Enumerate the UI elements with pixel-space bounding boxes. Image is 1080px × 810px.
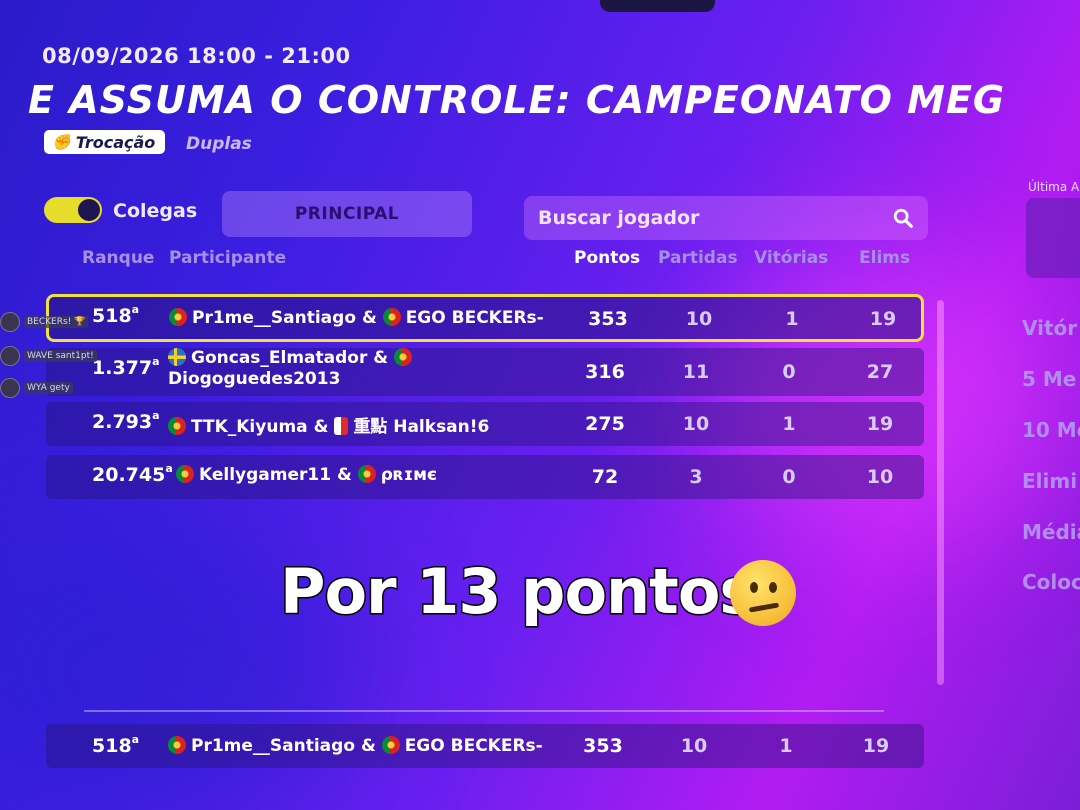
table-row[interactable]: 20.745a Kellygamer11 & ρʀɪмє 72 3 0 10	[46, 455, 924, 499]
points-value: 353	[588, 308, 628, 330]
side-stat-top5: 5 Me	[1022, 367, 1077, 391]
table-row[interactable]: 2.793a TTK_Kiyuma & 重點 Halksan!6 275 10 …	[46, 402, 924, 446]
participant-2-name: Diogoguedes2013	[168, 369, 341, 389]
wins-value: 0	[782, 361, 796, 383]
points-value: 275	[585, 413, 625, 435]
toggle-knob	[78, 199, 100, 221]
mode-subtitle: Duplas	[186, 134, 252, 154]
matches-value: 11	[682, 361, 710, 383]
elims-value: 19	[869, 308, 897, 330]
participants: Pr1me__Santiago & EGO BECKERs-	[169, 308, 544, 328]
participants: TTK_Kiyuma & 重點 Halksan!6	[168, 412, 489, 437]
matches-value: 10	[680, 735, 708, 757]
rank-value: 518a	[92, 733, 140, 757]
table-row[interactable]: 518a Pr1me__Santiago & EGO BECKERs- 353 …	[46, 294, 924, 342]
avatar	[0, 346, 20, 366]
sweden-flag-icon	[168, 348, 186, 366]
fist-icon: ✊	[52, 133, 71, 151]
self-row[interactable]: 518a Pr1me__Santiago & EGO BECKERs- 353 …	[46, 724, 924, 768]
participants: Goncas_Elmatador &	[168, 348, 417, 368]
column-wins[interactable]: Vitórias	[754, 248, 828, 268]
column-matches[interactable]: Partidas	[658, 248, 738, 268]
column-participant: Participante	[169, 248, 287, 268]
side-stat-elims: Elimi	[1022, 469, 1078, 493]
mode-badge-label: Trocação	[75, 132, 156, 152]
party-member: WYA gety	[0, 377, 100, 399]
leaderboard-scrollbar[interactable]	[937, 300, 944, 685]
emoji-eye	[769, 582, 777, 593]
portugal-flag-icon	[168, 417, 186, 435]
portugal-flag-icon	[357, 465, 376, 483]
matches-value: 3	[689, 466, 703, 488]
mode-badge: ✊ Trocação	[44, 130, 166, 154]
emoji-mouth	[748, 602, 780, 613]
wins-value: 0	[782, 466, 796, 488]
points-value: 316	[585, 361, 625, 383]
portugal-flag-icon	[394, 348, 413, 366]
party-member: WAVE sant1pt!	[0, 345, 100, 367]
wins-value: 1	[779, 735, 793, 757]
search-icon[interactable]	[892, 207, 914, 229]
column-rank: Ranque	[82, 248, 155, 268]
portugal-flag-icon	[169, 308, 187, 326]
side-panel-label: Última A	[1028, 180, 1080, 194]
video-caption: Por 13 pontos	[278, 554, 757, 630]
wins-value: 1	[782, 413, 796, 435]
france-flag-icon	[334, 417, 349, 435]
points-value: 72	[591, 466, 619, 488]
colegas-toggle[interactable]	[44, 197, 102, 223]
event-datetime: 08/09/2026 18:00 - 21:00	[42, 44, 351, 68]
rank-value: 1.377a	[92, 355, 160, 379]
wins-value: 1	[785, 308, 799, 330]
avatar	[0, 312, 20, 332]
matches-value: 10	[682, 413, 710, 435]
emoji-eye	[750, 582, 758, 593]
colegas-toggle-label: Colegas	[113, 200, 198, 222]
column-points[interactable]: Pontos	[574, 248, 640, 268]
event-title: E ASSUMA O CONTROLE: CAMPEONATO MEG	[28, 78, 1006, 122]
search-placeholder: Buscar jogador	[538, 207, 700, 229]
tab-principal[interactable]: PRINCIPAL	[222, 191, 472, 237]
side-stat-placement: Coloc	[1022, 570, 1080, 594]
portugal-flag-icon	[381, 736, 400, 754]
column-elims[interactable]: Elims	[859, 248, 910, 268]
portugal-flag-icon	[176, 465, 194, 483]
search-input[interactable]: Buscar jogador	[524, 196, 928, 240]
side-panel-card[interactable]	[1026, 198, 1080, 278]
table-row[interactable]: 1.377a Goncas_Elmatador & Diogoguedes201…	[46, 348, 924, 396]
elims-value: 19	[866, 413, 894, 435]
participants: Pr1me__Santiago & EGO BECKERs-	[168, 736, 543, 756]
side-stat-top10: 10 Me	[1022, 418, 1080, 442]
device-notch	[600, 0, 715, 12]
portugal-flag-icon	[168, 736, 186, 754]
matches-value: 10	[685, 308, 713, 330]
party-member: BECKERs! 🏆	[0, 311, 100, 333]
side-stat-average: Média	[1022, 520, 1080, 544]
participants: Kellygamer11 & ρʀɪмє	[176, 465, 437, 485]
rank-value: 20.745a	[92, 462, 173, 486]
side-stat-wins: Vitór	[1022, 316, 1078, 340]
divider	[84, 710, 884, 712]
elims-value: 10	[866, 466, 894, 488]
neutral-face-emoji-icon	[730, 560, 796, 626]
avatar	[0, 378, 20, 398]
points-value: 353	[583, 735, 623, 757]
portugal-flag-icon	[382, 308, 401, 326]
rank-value: 2.793a	[92, 409, 160, 433]
elims-value: 19	[862, 735, 890, 757]
elims-value: 27	[866, 361, 894, 383]
